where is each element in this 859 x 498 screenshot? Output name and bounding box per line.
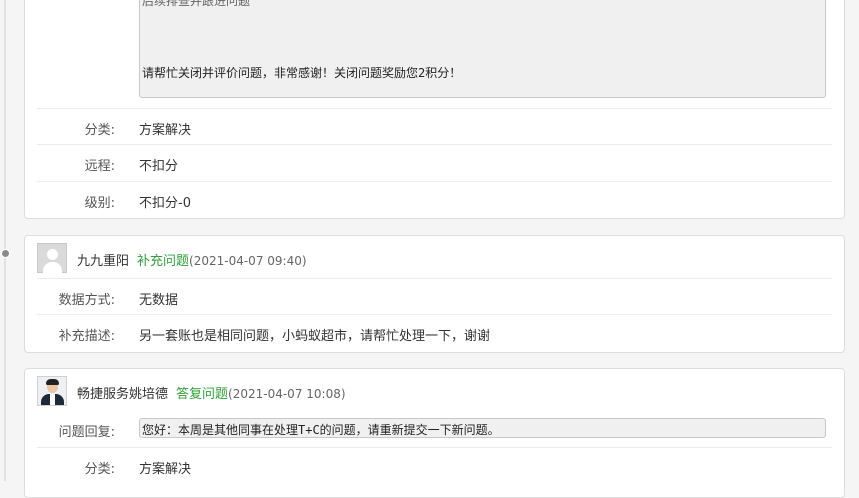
field-row-data-method: 数据方式: 无数据 — [37, 278, 832, 315]
user-name: 畅捷服务姚培德 — [77, 387, 169, 402]
timestamp: (2021-04-07 10:08) — [228, 387, 346, 401]
action-type: 答复问题 — [176, 387, 229, 402]
response-card-1: 后续排查并跟进问题 请帮忙关闭并评价问题，非常感谢！关闭问题奖励您2积分！ 分类… — [24, 0, 845, 219]
field-label: 数据方式: — [58, 293, 115, 308]
field-label: 级别: — [84, 196, 115, 211]
timeline-line — [4, 0, 6, 481]
field-row-category: 分类: 方案解决 — [37, 108, 832, 145]
field-value: 不扣分-0 — [139, 196, 191, 211]
field-row-level: 级别: 不扣分-0 — [37, 181, 832, 218]
entry-header: 九九重阳 补充问题(2021-04-07 09:40) — [77, 250, 307, 269]
field-value: 方案解决 — [139, 462, 192, 477]
reply-text: 您好：本周是其他同事在处理T+C的问题，请重新提交一下新问题。 — [142, 423, 500, 437]
user-photo-avatar — [37, 376, 67, 406]
reply-content-box: 您好：本周是其他同事在处理T+C的问题，请重新提交一下新问题。 — [139, 418, 826, 438]
field-label: 远程: — [84, 159, 115, 174]
response-card-2: 九九重阳 补充问题(2021-04-07 09:40) 数据方式: 无数据 补充描… — [24, 235, 845, 353]
field-label: 分类: — [84, 462, 115, 477]
field-label: 问题回复: — [58, 425, 115, 440]
field-value: 不扣分 — [139, 159, 179, 174]
field-row-category: 分类: 方案解决 — [37, 447, 832, 484]
response-card-3: 畅捷服务姚培德 答复问题(2021-04-07 10:08) 问题回复: 您好：本… — [24, 368, 845, 498]
timeline-node-icon — [1, 249, 10, 258]
user-name: 九九重阳 — [77, 254, 130, 269]
reply-text-line: 后续排查并跟进问题 — [142, 0, 251, 8]
field-value: 无数据 — [139, 293, 179, 308]
avatar-placeholder-icon — [37, 243, 67, 273]
reply-content-box: 后续排查并跟进问题 请帮忙关闭并评价问题，非常感谢！关闭问题奖励您2积分！ — [139, 0, 826, 98]
timestamp: (2021-04-07 09:40) — [189, 254, 307, 268]
field-value: 另一套账也是相同问题，小蚂蚁超市，请帮忙处理一下，谢谢 — [139, 329, 491, 344]
action-type: 补充问题 — [137, 254, 190, 269]
field-row-supplement: 补充描述: 另一套账也是相同问题，小蚂蚁超市，请帮忙处理一下，谢谢 — [37, 314, 832, 351]
field-label: 分类: — [84, 123, 115, 138]
entry-header: 畅捷服务姚培德 答复问题(2021-04-07 10:08) — [77, 383, 346, 402]
field-row-remote: 远程: 不扣分 — [37, 144, 832, 181]
reply-text-line: 请帮忙关闭并评价问题，非常感谢！关闭问题奖励您2积分！ — [142, 66, 462, 80]
field-label: 补充描述: — [58, 329, 115, 344]
field-value: 方案解决 — [139, 123, 192, 138]
